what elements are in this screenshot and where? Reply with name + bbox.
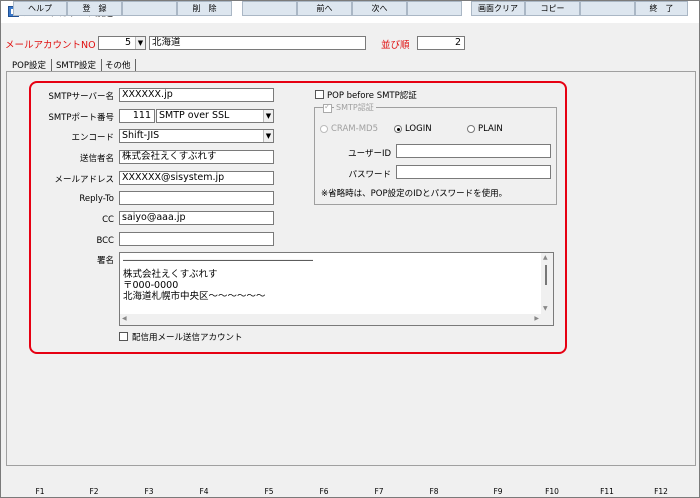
f1-help-button[interactable]: ヘルプ: [13, 1, 67, 16]
f7-key-label: F7: [374, 487, 384, 496]
main-window: メールアカウント設定 — ☐ ✕ メールアカウントNO 5 ▼ 北海道 並び順 …: [0, 0, 700, 498]
tab-smtp-settings[interactable]: SMTP設定: [56, 59, 96, 71]
f4-key-label: F4: [199, 487, 209, 496]
f3-key-label: F3: [144, 487, 154, 496]
tab-separator: [51, 59, 52, 71]
account-name-input[interactable]: 北海道: [149, 36, 366, 50]
chevron-down-icon: ▼: [135, 37, 145, 49]
f5-button[interactable]: [242, 1, 297, 16]
tab-separator: [135, 59, 136, 71]
f12-key-label: F12: [654, 487, 668, 496]
f5-key-label: F5: [264, 487, 274, 496]
f11-key-label: F11: [600, 487, 614, 496]
sort-order-label: 並び順: [381, 40, 410, 51]
tab-other[interactable]: その他: [105, 59, 131, 71]
f6-key-label: F6: [319, 487, 329, 496]
f9-key-label: F9: [493, 487, 503, 496]
f6-prev-button[interactable]: 前へ: [297, 1, 352, 16]
f1-key-label: F1: [35, 487, 45, 496]
f12-exit-button[interactable]: 終 了: [635, 1, 688, 16]
f3-button[interactable]: [122, 1, 177, 16]
f2-key-label: F2: [89, 487, 99, 496]
f8-key-label: F8: [429, 487, 439, 496]
sort-order-input[interactable]: 2: [417, 36, 465, 50]
f7-next-button[interactable]: 次へ: [352, 1, 407, 16]
tab-pop-settings[interactable]: POP設定: [12, 59, 46, 71]
account-no-label: メールアカウントNO: [5, 40, 96, 51]
account-no-value: 5: [124, 37, 131, 48]
f10-copy-button[interactable]: コピー: [525, 1, 580, 16]
f11-button[interactable]: [580, 1, 635, 16]
f2-register-button[interactable]: 登 録: [67, 1, 122, 16]
account-no-select[interactable]: 5 ▼: [98, 36, 146, 50]
f10-key-label: F10: [545, 487, 559, 496]
f8-button[interactable]: [407, 1, 462, 16]
f4-delete-button[interactable]: 削 除: [177, 1, 232, 16]
f9-clear-button[interactable]: 画面クリア: [471, 1, 525, 16]
tab-separator: [101, 59, 102, 71]
highlight-outline: [29, 81, 567, 354]
